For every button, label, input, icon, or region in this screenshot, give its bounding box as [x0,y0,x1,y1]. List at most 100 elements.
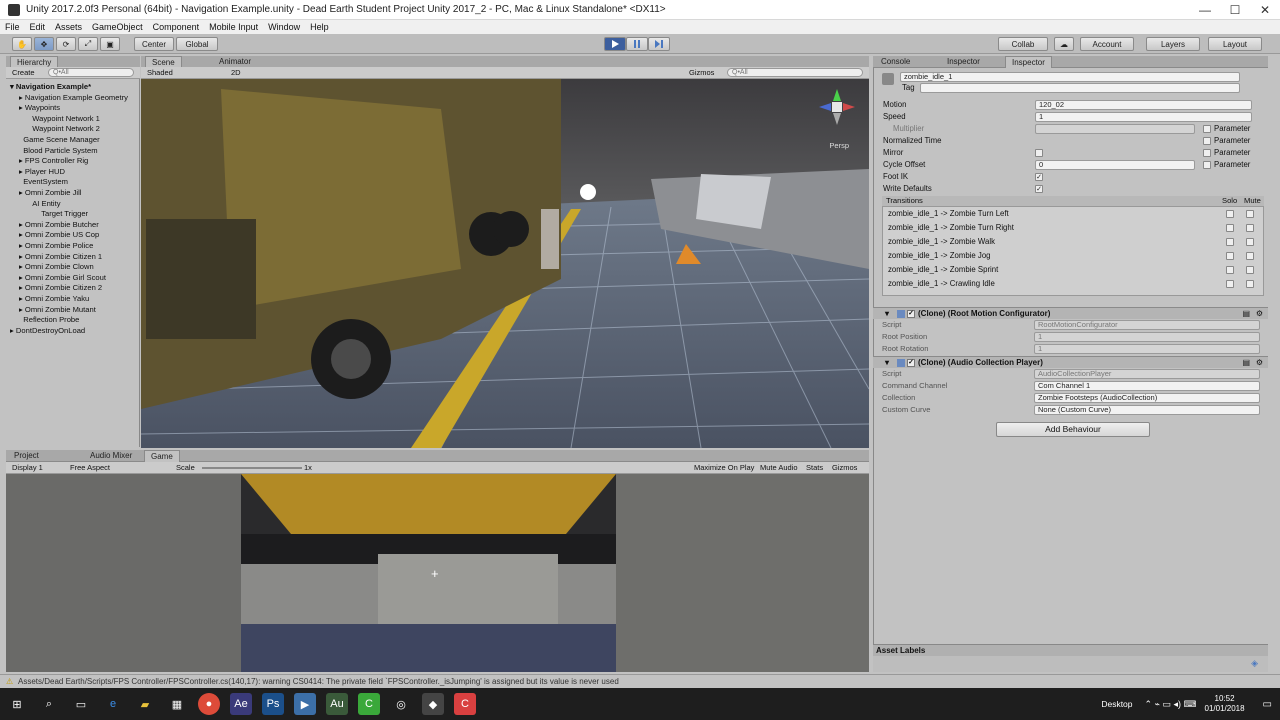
hierarchy-item[interactable]: ▸ Player HUD [19,167,65,178]
write-defaults-checkbox[interactable]: ✓ [1035,185,1043,193]
scale-slider[interactable] [202,467,302,469]
hierarchy-item[interactable]: ▸ Omni Zombie Clown [19,262,94,273]
menu-component[interactable]: Component [148,22,205,32]
enabled-checkbox[interactable]: ✓ [907,359,915,367]
hierarchy-item[interactable]: ▸ Navigation Example Geometry [19,93,128,104]
tab-inspector-2[interactable]: Inspector [1005,56,1052,68]
pivot-center-button[interactable]: Center [134,37,174,51]
transition-row[interactable]: zombie_idle_1 -> Zombie Turn Left [888,207,1009,221]
solo-checkbox[interactable] [1226,224,1234,232]
clock[interactable]: 10:52 01/01/2018 [1205,694,1245,714]
hierarchy-item[interactable]: ▸ Omni Zombie Police [19,241,93,252]
menu-window[interactable]: Window [263,22,305,32]
transition-row[interactable]: zombie_idle_1 -> Crawling Idle [888,277,995,291]
mute-checkbox[interactable] [1246,210,1254,218]
mute-checkbox[interactable] [1246,224,1254,232]
aspect-dropdown[interactable]: Free Aspect [70,463,110,472]
enabled-checkbox[interactable]: ✓ [907,310,915,318]
hierarchy-item[interactable]: ▸ Omni Zombie Butcher [19,220,99,231]
hierarchy-item[interactable]: ▸ Omni Zombie Citizen 1 [19,252,102,263]
hierarchy-item[interactable]: ▸ FPS Controller Rig [19,156,88,167]
hierarchy-item[interactable]: ▸ Omni Zombie Mutant [19,305,96,316]
scale-tool-icon[interactable]: ⤢ [78,37,98,51]
audio-collection-player-header[interactable]: ▾ ✓ (Clone) (Audio Collection Player) ▤ … [873,356,1268,368]
pause-button[interactable] [626,37,648,51]
object-name-field[interactable]: zombie_idle_1 [900,72,1240,82]
rotate-tool-icon[interactable]: ⟳ [56,37,76,51]
scene-gizmos-dropdown[interactable]: Gizmos [689,68,714,77]
normalized-time-parameter-checkbox[interactable] [1203,137,1211,145]
file-explorer-icon[interactable]: ▰ [134,693,156,715]
layers-dropdown[interactable]: Layers [1146,37,1200,51]
command-channel-dropdown[interactable]: Com Channel 1 [1034,381,1260,391]
hierarchy-item[interactable]: AI Entity [28,199,60,210]
cloud-icon[interactable]: ☁ [1054,37,1074,51]
foot-ik-checkbox[interactable]: ✓ [1035,173,1043,181]
scene-orientation-gizmo[interactable] [817,87,857,127]
transition-row[interactable]: zombie_idle_1 -> Zombie Sprint [888,263,998,277]
solo-checkbox[interactable] [1226,266,1234,274]
chrome-icon[interactable]: ● [198,693,220,715]
hierarchy-item[interactable]: ▸ Omni Zombie Citizen 2 [19,283,102,294]
status-bar[interactable]: ⚠ Assets/Dead Earth/Scripts/FPS Controll… [0,674,1280,688]
camtasia-icon[interactable]: C [358,693,380,715]
hierarchy-item[interactable]: EventSystem [19,177,68,188]
edge-browser-icon[interactable]: e [102,693,124,715]
solo-checkbox[interactable] [1226,210,1234,218]
store-icon[interactable]: ▦ [166,693,188,715]
hierarchy-item[interactable]: ▸ Omni Zombie US Cop [19,230,99,241]
solo-checkbox[interactable] [1226,280,1234,288]
mirror-parameter-checkbox[interactable] [1203,149,1211,157]
cycle-offset-field[interactable]: 0 [1035,160,1195,170]
task-view-icon[interactable]: ▭ [70,693,92,715]
transition-row[interactable]: zombie_idle_1 -> Zombie Jog [888,249,991,263]
audition-icon[interactable]: Au [326,693,348,715]
tab-game[interactable]: Game [144,450,180,462]
hierarchy-item[interactable]: Reflection Probe [19,315,79,326]
tag-field[interactable] [920,83,1240,93]
menu-mobile-input[interactable]: Mobile Input [204,22,263,32]
mute-checkbox[interactable] [1246,252,1254,260]
hierarchy-item[interactable]: ▸ DontDestroyOnLoad [10,326,85,337]
tag-icon[interactable]: ◈ [1251,658,1258,669]
hand-tool-icon[interactable]: ✋ [12,37,32,51]
hierarchy-item[interactable]: ▸ Omni Zombie Girl Scout [19,273,106,284]
mute-checkbox[interactable] [1246,280,1254,288]
rect-tool-icon[interactable]: ▣ [100,37,120,51]
desktop-toolbar-label[interactable]: Desktop [1101,699,1132,709]
mute-checkbox[interactable] [1246,266,1254,274]
menu-assets[interactable]: Assets [50,22,87,32]
create-dropdown[interactable]: Create [12,68,35,77]
recorder-icon[interactable]: C [454,693,476,715]
hierarchy-item[interactable]: Target Trigger [37,209,88,220]
menu-help[interactable]: Help [305,22,334,32]
maximize-button[interactable]: ☐ [1220,3,1250,17]
menu-edit[interactable]: Edit [25,22,51,32]
mute-checkbox[interactable] [1246,238,1254,246]
menu-file[interactable]: File [0,22,25,32]
hierarchy-item[interactable]: Blood Particle System [19,146,97,157]
collection-field[interactable]: Zombie Footsteps (AudioCollection) [1034,393,1260,403]
tab-audio-mixer[interactable]: Audio Mixer [84,450,138,462]
hierarchy-item[interactable]: ▸ Omni Zombie Yaku [19,294,89,305]
mute-audio-button[interactable]: Mute Audio [760,463,798,472]
add-behaviour-button[interactable]: Add Behaviour [996,422,1150,437]
layout-dropdown[interactable]: Layout [1208,37,1262,51]
step-button[interactable] [648,37,670,51]
game-gizmos-button[interactable]: Gizmos [832,463,857,472]
persp-label[interactable]: Persp [829,141,849,150]
root-motion-configurator-header[interactable]: ▾ ✓ (Clone) (Root Motion Configurator) ▤… [873,307,1268,319]
play-button[interactable] [604,37,626,51]
transition-row[interactable]: zombie_idle_1 -> Zombie Turn Right [888,221,1014,235]
minimize-button[interactable]: — [1190,3,1220,17]
multiplier-parameter-checkbox[interactable] [1203,125,1211,133]
shading-dropdown[interactable]: Shaded [147,68,173,77]
account-dropdown[interactable]: Account [1080,37,1134,51]
maximize-on-play-button[interactable]: Maximize On Play [694,463,754,472]
windows-start-icon[interactable]: ⊞ [6,693,28,715]
hierarchy-item[interactable]: ▸ Omni Zombie Jill [19,188,81,199]
2d-toggle-button[interactable]: 2D [231,68,241,77]
hierarchy-item[interactable]: Waypoint Network 1 [28,114,100,125]
speed-field[interactable]: 1 [1035,112,1252,122]
transition-row[interactable]: zombie_idle_1 -> Zombie Walk [888,235,995,249]
